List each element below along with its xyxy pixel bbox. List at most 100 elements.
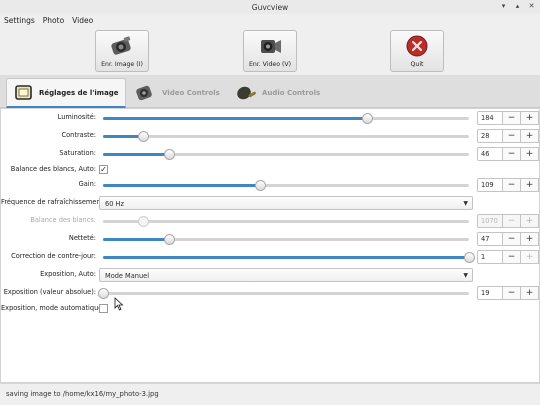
gain-spinner: 109 − +: [477, 178, 539, 192]
balance-label: Balance des blancs:: [30, 216, 96, 224]
contraste-decrement-button[interactable]: −: [503, 129, 521, 143]
exposition-absolue-slider-handle[interactable]: [98, 288, 109, 299]
exposition-absolue-value[interactable]: 19: [477, 286, 503, 300]
tab-video-controls[interactable]: Video Controls: [128, 78, 226, 108]
menu-bar: Settings Photo Video: [0, 14, 540, 27]
balance-slider-handle: [138, 216, 150, 227]
contraste-spinner: 28 − +: [477, 129, 539, 143]
contre-jour-label: Correction de contre-jour:: [11, 252, 96, 260]
exposition-absolue-slider[interactable]: [98, 288, 469, 299]
balance-increment-button: +: [521, 214, 539, 228]
exposition-mode-auto-label: Exposition, mode automatique:: [1, 304, 105, 312]
nettete-slider[interactable]: [103, 234, 469, 245]
title-bar: Guvcview ▾ ▴ ✕: [0, 0, 540, 14]
balance-auto-checkbox[interactable]: ✓: [99, 165, 108, 174]
contre-jour-value[interactable]: 1: [477, 250, 503, 264]
luminosite-slider[interactable]: [103, 113, 469, 124]
contre-jour-increment-button[interactable]: +: [521, 250, 539, 264]
contraste-slider[interactable]: [103, 131, 469, 142]
exposition-mode-auto-checkbox[interactable]: [99, 304, 108, 313]
tab-video-controls-label: Video Controls: [162, 89, 220, 97]
capture-video-button[interactable]: Enr. Video (V): [243, 30, 297, 72]
exposition-auto-dropdown[interactable]: Mode Manuel ▼: [99, 268, 473, 282]
contre-jour-decrement-button[interactable]: −: [503, 250, 521, 264]
contraste-value[interactable]: 28: [477, 129, 503, 143]
exposition-absolue-label: Exposition (valeur absolue):: [3, 288, 96, 296]
nettete-spinner: 47 − +: [477, 232, 539, 246]
row-exposition-mode-auto: Exposition, mode automatique:: [1, 301, 540, 317]
menu-photo[interactable]: Photo: [39, 14, 68, 27]
balance-value: 1070: [477, 214, 503, 228]
capture-image-button[interactable]: Enr. Image (I): [95, 30, 149, 72]
window-title: Guvcview: [251, 3, 289, 12]
tab-bar: Réglages de l'image Video Controls Audio…: [0, 75, 540, 108]
exposition-auto-label: Exposition, Auto:: [40, 270, 96, 278]
video-camera-icon: [261, 40, 281, 53]
exposition-auto-selected-value: Mode Manuel: [105, 272, 150, 280]
contre-jour-slider-fill: [103, 256, 469, 259]
dropdown-arrow-icon: ▼: [463, 272, 468, 279]
gain-decrement-button[interactable]: −: [503, 178, 521, 192]
contraste-label: Contraste:: [61, 131, 96, 139]
capture-video-label: Enr. Video (V): [248, 61, 292, 68]
exposition-absolue-decrement-button[interactable]: −: [503, 286, 521, 300]
tab-audio-controls[interactable]: Audio Controls: [228, 78, 326, 108]
row-exposition-auto: Exposition, Auto: Mode Manuel ▼: [1, 267, 540, 283]
saturation-decrement-button[interactable]: −: [503, 147, 521, 161]
minimize-button[interactable]: ▾: [499, 2, 508, 11]
luminosite-label: Luminosité:: [57, 113, 96, 121]
luminosite-slider-handle[interactable]: [361, 113, 373, 124]
menu-video[interactable]: Video: [68, 14, 97, 27]
maximize-button[interactable]: ▴: [513, 2, 522, 11]
contraste-slider-fill: [103, 135, 144, 138]
luminosite-decrement-button[interactable]: −: [503, 111, 521, 125]
row-balance: Balance des blancs: 1070 − +: [1, 213, 540, 229]
contraste-increment-button[interactable]: +: [521, 129, 539, 143]
balance-spinner: 1070 − +: [477, 214, 539, 228]
nettete-slider-fill: [103, 238, 169, 241]
luminosite-increment-button[interactable]: +: [521, 111, 539, 125]
saturation-slider-handle[interactable]: [163, 149, 175, 160]
saturation-value[interactable]: 46: [477, 147, 503, 161]
saturation-increment-button[interactable]: +: [521, 147, 539, 161]
saturation-label: Saturation:: [59, 149, 96, 157]
contre-jour-slider-handle[interactable]: [464, 252, 475, 263]
contre-jour-spinner: 1 − +: [477, 250, 539, 264]
luminosite-value[interactable]: 184: [477, 111, 503, 125]
balance-slider: [103, 216, 469, 227]
tab-image-settings[interactable]: Réglages de l'image: [6, 78, 126, 108]
nettete-decrement-button[interactable]: −: [503, 232, 521, 246]
contraste-slider-handle[interactable]: [138, 131, 150, 142]
image-settings-panel: Luminosité: 184 − + Contraste: 28 − + Sa…: [0, 108, 540, 383]
balance-slider-fill: [103, 220, 144, 223]
nettete-value[interactable]: 47: [477, 232, 503, 246]
nettete-slider-handle[interactable]: [163, 234, 175, 245]
quit-button[interactable]: Quit: [390, 30, 444, 72]
saturation-spinner: 46 − +: [477, 147, 539, 161]
frequence-dropdown[interactable]: 60 Hz ▼: [99, 196, 473, 210]
camera-icon: [111, 36, 131, 55]
gain-slider[interactable]: [103, 180, 469, 191]
video-controls-icon: [136, 85, 152, 101]
exposition-absolue-increment-button[interactable]: +: [521, 286, 539, 300]
gain-slider-fill: [103, 184, 261, 187]
nettete-increment-button[interactable]: +: [521, 232, 539, 246]
luminosite-spinner: 184 − +: [477, 111, 539, 125]
row-contraste: Contraste: 28 − +: [1, 128, 540, 144]
nettete-label: Netteté:: [68, 234, 96, 242]
frequence-label: Fréquence de rafraîchissement:: [1, 198, 106, 206]
status-text: saving image to /home/kx16/my_photo-3.jp…: [6, 390, 159, 398]
gain-slider-handle[interactable]: [255, 180, 267, 191]
tab-image-settings-label: Réglages de l'image: [39, 88, 119, 97]
saturation-slider[interactable]: [103, 149, 469, 160]
image-settings-icon: [15, 84, 32, 100]
menu-settings[interactable]: Settings: [0, 14, 39, 27]
toolbar: Enr. Image (I) Enr. Video (V) Quit: [0, 27, 540, 75]
gain-increment-button[interactable]: +: [521, 178, 539, 192]
balance-decrement-button: −: [503, 214, 521, 228]
gain-value[interactable]: 109: [477, 178, 503, 192]
close-button[interactable]: ✕: [527, 2, 536, 11]
balance-auto-label: Balance des blancs, Auto:: [10, 165, 96, 173]
capture-image-label: Enr. Image (I): [101, 61, 143, 68]
contre-jour-slider[interactable]: [103, 252, 475, 263]
